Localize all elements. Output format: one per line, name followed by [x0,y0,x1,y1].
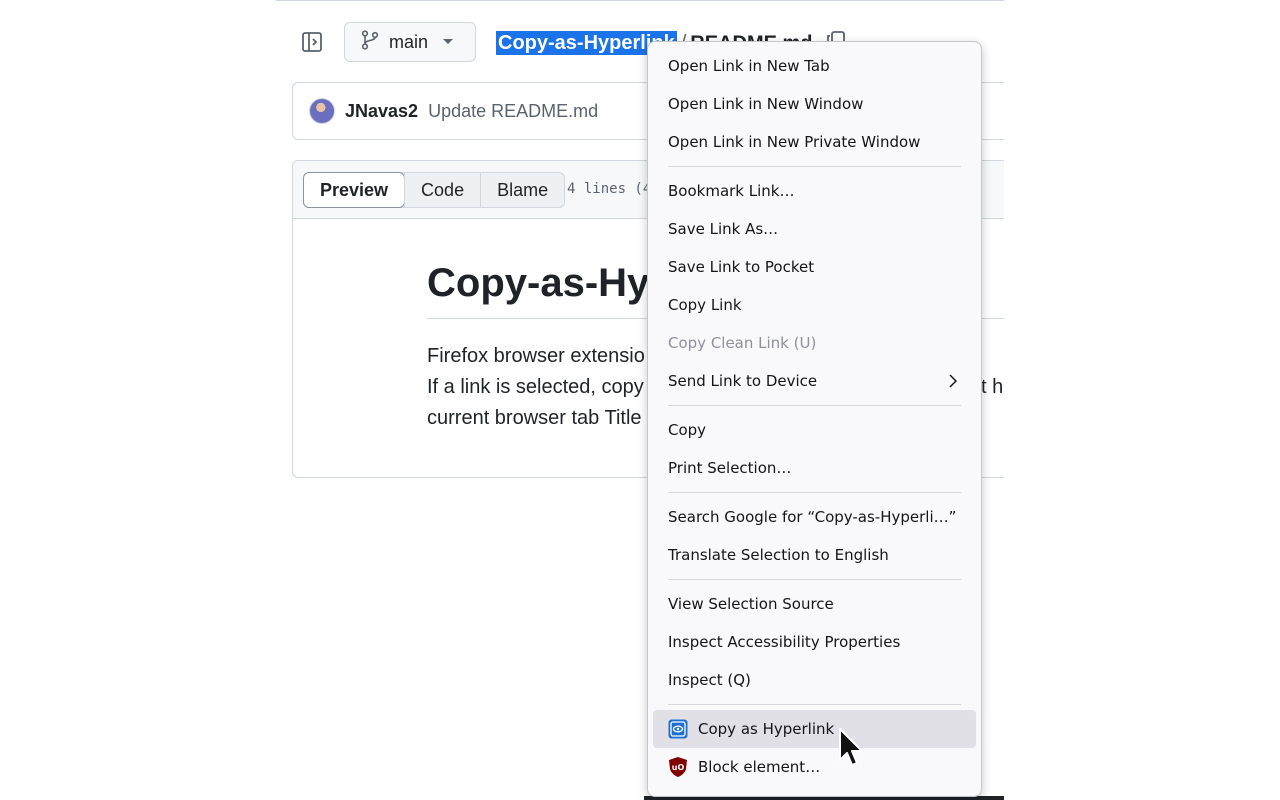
mouse-cursor-icon [838,727,866,769]
tab-code[interactable]: Code [404,173,480,207]
tab-preview[interactable]: Preview [303,172,406,208]
git-branch-icon [361,29,379,55]
context-menu: Open Link in New Tab Open Link in New Wi… [647,41,982,797]
menu-item-save-link-to-pocket[interactable]: Save Link to Pocket [648,248,981,286]
avatar[interactable] [309,98,335,124]
menu-separator [668,492,961,493]
menu-item-copy-as-hyperlink[interactable]: Copy as Hyperlink [653,710,976,748]
menu-item-label: Block element… [698,758,821,776]
menu-separator [668,704,961,705]
menu-item-search-google[interactable]: Search Google for “Copy-as-Hyperli…” [648,498,981,536]
menu-item-copy[interactable]: Copy [648,411,981,449]
menu-item-send-link-to-device[interactable]: Send Link to Device [648,362,981,400]
branch-selector-button[interactable]: main [344,22,476,62]
caret-down-icon [442,33,454,51]
branch-label: main [389,31,429,52]
menu-item-open-link-private-window[interactable]: Open Link in New Private Window [648,123,981,161]
menu-item-copy-link[interactable]: Copy Link [648,286,981,324]
chevron-right-icon [949,374,958,392]
menu-item-bookmark-link[interactable]: Bookmark Link… [648,172,981,210]
commit-message-link[interactable]: Update README.md [428,101,598,122]
tab-blame[interactable]: Blame [480,173,564,207]
menu-item-view-selection-source[interactable]: View Selection Source [648,585,981,623]
menu-item-label: Send Link to Device [668,372,818,390]
menu-item-translate-selection[interactable]: Translate Selection to English [648,536,981,574]
sidebar-toggle-icon[interactable] [300,30,324,54]
top-divider [276,0,1004,1]
svg-text:uO: uO [672,763,685,772]
menu-item-open-link-new-window[interactable]: Open Link in New Window [648,85,981,123]
menu-separator [668,166,961,167]
menu-item-print-selection[interactable]: Print Selection… [648,449,981,487]
menu-item-copy-clean-link: Copy Clean Link (U) [668,334,817,352]
file-lines-info: 4 lines (4 [567,181,652,197]
menu-item-open-link-new-tab[interactable]: Open Link in New Tab [648,47,981,85]
menu-item-block-element[interactable]: uO Block element… [648,748,981,786]
menu-separator [668,405,961,406]
menu-item-inspect-accessibility[interactable]: Inspect Accessibility Properties [648,623,981,661]
menu-item-label: Copy as Hyperlink [698,720,835,738]
menu-item-inspect[interactable]: Inspect (Q) [648,661,981,699]
menu-item-save-link-as[interactable]: Save Link As… [648,210,981,248]
copy-as-hyperlink-extension-icon [668,719,688,739]
view-mode-segmented-control: Preview Code Blame [303,172,566,208]
commit-author-link[interactable]: JNavas2 [345,101,418,122]
ublock-origin-icon: uO [668,757,688,777]
menu-separator [668,579,961,580]
